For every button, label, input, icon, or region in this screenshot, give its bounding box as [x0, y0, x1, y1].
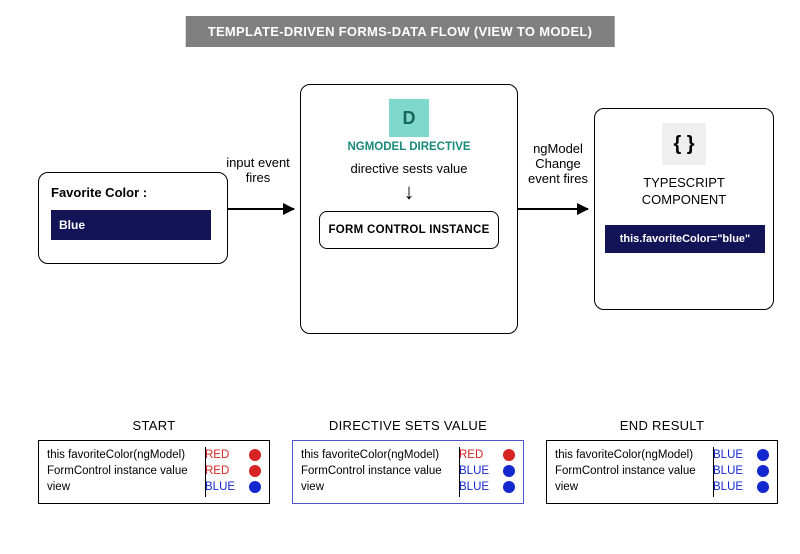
down-arrow-icon: ↓	[311, 179, 507, 205]
view-input-box: Favorite Color : Blue	[38, 172, 228, 264]
table-divider	[459, 447, 460, 497]
status-dot-icon	[249, 449, 261, 461]
favorite-color-input[interactable]: Blue	[51, 210, 211, 240]
row-key: view	[555, 481, 713, 493]
diagram-title: TEMPLATE-DRIVEN FORMS-DATA FLOW (VIEW TO…	[186, 16, 615, 47]
directive-icon: D	[389, 99, 429, 137]
arrow-ngmodelchange	[518, 208, 588, 210]
status-dot-icon	[503, 465, 515, 477]
state-mid-title: DIRECTIVE SETS VALUE	[292, 418, 524, 433]
table-divider	[713, 447, 714, 497]
row-key: FormControl instance value	[555, 465, 713, 477]
row-key: view	[301, 481, 459, 493]
row-value: RED	[459, 449, 503, 461]
table-divider	[205, 447, 206, 497]
braces-icon: { }	[662, 123, 706, 165]
ngmodel-directive-box: D NGMODEL DIRECTIVE directive sests valu…	[300, 84, 518, 334]
state-mid-box: this favoriteColor(ngModel)REDFormContro…	[292, 440, 524, 504]
row-key: this favoriteColor(ngModel)	[301, 449, 459, 461]
table-row: viewBLUE	[47, 479, 261, 495]
table-row: this favoriteColor(ngModel)RED	[47, 447, 261, 463]
row-value: BLUE	[205, 481, 249, 493]
arrow-input-event	[228, 208, 294, 210]
typescript-component-box: { } TYPESCRIPT COMPONENT this.favoriteCo…	[594, 108, 774, 310]
state-start-title: START	[38, 418, 270, 433]
arrow-ngmodelchange-label: ngModel Change event fires	[522, 142, 594, 187]
row-key: view	[47, 481, 205, 493]
table-row: FormControl instance valueBLUE	[301, 463, 515, 479]
form-control-instance-box: FORM CONTROL INSTANCE	[319, 211, 499, 249]
table-row: FormControl instance valueBLUE	[555, 463, 769, 479]
row-value: BLUE	[713, 481, 757, 493]
row-value: RED	[205, 449, 249, 461]
state-end-title: END RESULT	[546, 418, 778, 433]
status-dot-icon	[757, 481, 769, 493]
status-dot-icon	[503, 449, 515, 461]
arrow-input-event-label: input event fires	[218, 156, 298, 186]
row-value: BLUE	[459, 481, 503, 493]
row-key: FormControl instance value	[301, 465, 459, 477]
state-end-box: this favoriteColor(ngModel)BLUEFormContr…	[546, 440, 778, 504]
status-dot-icon	[503, 481, 515, 493]
directive-subtext: directive sests value	[311, 161, 507, 177]
status-dot-icon	[249, 481, 261, 493]
row-key: this favoriteColor(ngModel)	[555, 449, 713, 461]
row-value: BLUE	[713, 449, 757, 461]
typescript-heading: TYPESCRIPT COMPONENT	[605, 175, 763, 209]
row-value: BLUE	[459, 465, 503, 477]
row-key: this favoriteColor(ngModel)	[47, 449, 205, 461]
table-row: viewBLUE	[301, 479, 515, 495]
ngmodel-heading: NGMODEL DIRECTIVE	[311, 141, 507, 153]
row-key: FormControl instance value	[47, 465, 205, 477]
row-value: RED	[205, 465, 249, 477]
state-start-box: this favoriteColor(ngModel)REDFormContro…	[38, 440, 270, 504]
status-dot-icon	[757, 465, 769, 477]
favorite-color-label: Favorite Color :	[51, 185, 215, 200]
table-row: this favoriteColor(ngModel)BLUE	[555, 447, 769, 463]
table-row: FormControl instance valueRED	[47, 463, 261, 479]
component-code: this.favoriteColor="blue"	[605, 225, 765, 253]
table-row: this favoriteColor(ngModel)RED	[301, 447, 515, 463]
table-row: viewBLUE	[555, 479, 769, 495]
row-value: BLUE	[713, 465, 757, 477]
status-dot-icon	[249, 465, 261, 477]
status-dot-icon	[757, 449, 769, 461]
